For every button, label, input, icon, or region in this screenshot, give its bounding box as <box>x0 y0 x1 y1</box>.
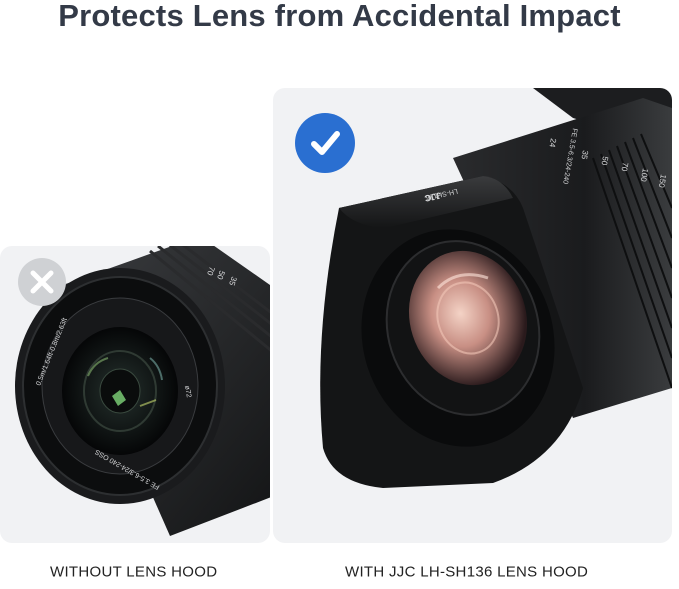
without-hood-caption: WITHOUT LENS HOOD <box>50 563 218 581</box>
x-icon <box>30 270 54 294</box>
with-hood-caption: WITH JJC LH-SH136 LENS HOOD <box>345 563 589 581</box>
page-headline: Protects Lens from Accidental Impact <box>58 0 621 33</box>
x-badge <box>18 258 66 306</box>
check-icon <box>311 131 340 155</box>
check-badge <box>295 113 355 173</box>
